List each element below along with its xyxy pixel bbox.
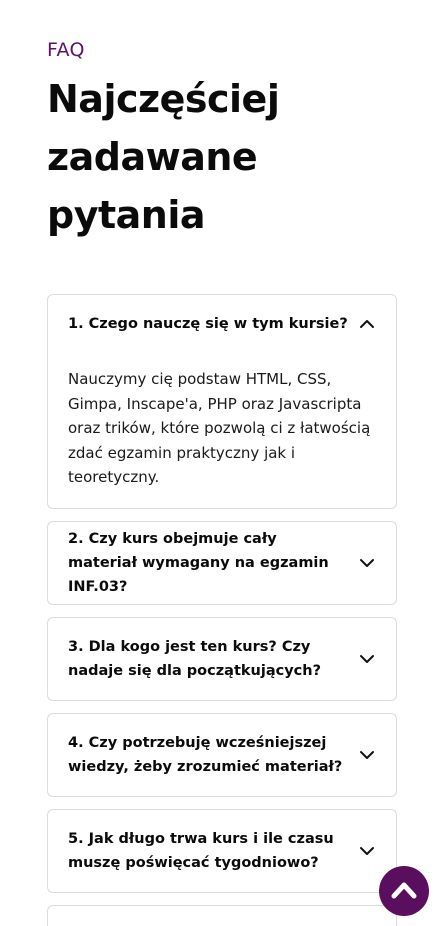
chevron-down-icon <box>360 654 374 663</box>
faq-question-1: 1. Czego nauczę się w tym kursie? <box>68 316 348 332</box>
faq-item-6[interactable] <box>47 904 397 926</box>
faq-question-2: 2. Czy kurs obejmuje cały materiał wymag… <box>68 530 329 595</box>
faq-item-2: 2. Czy kurs obejmuje cały materiał wymag… <box>47 520 397 605</box>
faq-answer-1: Nauczymy cię podstaw HTML, CSS, Gimpa, I… <box>68 370 371 486</box>
faq-question-3: 3. Dla kogo jest ten kurs? Czy nadaje si… <box>68 638 321 679</box>
chevron-down-icon <box>360 558 374 567</box>
chevron-down-icon <box>360 750 374 759</box>
faq-question-2-toggle[interactable]: 2. Czy kurs obejmuje cały materiał wymag… <box>48 522 396 604</box>
faq-list: 1. Czego nauczę się w tym kursie? Nauczy… <box>47 294 397 926</box>
faq-question-5: 5. Jak długo trwa kurs i ile czasu muszę… <box>68 830 334 871</box>
scroll-to-top-button[interactable] <box>379 866 429 916</box>
faq-question-4-toggle[interactable]: 4. Czy potrzebuję wcześniejszej wiedzy, … <box>48 714 396 796</box>
chevron-down-icon <box>360 846 374 855</box>
faq-eyebrow: FAQ <box>47 39 85 61</box>
faq-item-4: 4. Czy potrzebuję wcześniejszej wiedzy, … <box>47 712 397 797</box>
faq-heading: Najczęściej zadawane pytania <box>47 77 280 237</box>
faq-item-1: 1. Czego nauczę się w tym kursie? Nauczy… <box>47 294 397 509</box>
chevron-up-icon <box>360 320 374 328</box>
faq-question-5-toggle[interactable]: 5. Jak długo trwa kurs i ile czasu muszę… <box>48 810 396 892</box>
faq-question-1-toggle[interactable]: 1. Czego nauczę się w tym kursie? <box>48 295 396 353</box>
faq-question-3-toggle[interactable]: 3. Dla kogo jest ten kurs? Czy nadaje si… <box>48 618 396 700</box>
faq-item-5: 5. Jak długo trwa kurs i ile czasu muszę… <box>47 808 397 893</box>
faq-item-3: 3. Dla kogo jest ten kurs? Czy nadaje si… <box>47 616 397 701</box>
chevron-up-icon <box>391 882 417 899</box>
faq-question-4: 4. Czy potrzebuję wcześniejszej wiedzy, … <box>68 734 343 775</box>
